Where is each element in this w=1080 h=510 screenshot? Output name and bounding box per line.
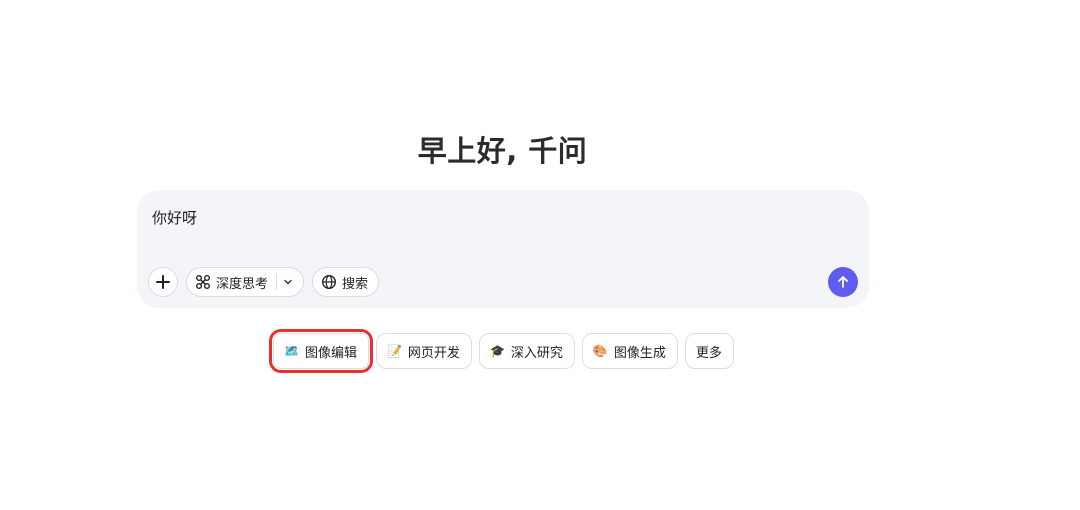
search-label: 搜索	[342, 276, 369, 292]
memo-icon: 📝	[386, 344, 402, 358]
suggestion-label: 图像编辑	[304, 345, 357, 361]
globe-icon	[322, 274, 337, 290]
chat-tool-row: 深度思考 搜索	[148, 267, 380, 297]
arrow-up-icon	[838, 276, 848, 288]
chat-input-text[interactable]: 你好呀	[152, 207, 197, 228]
deep-think-label: 深度思考	[216, 276, 269, 292]
plus-icon	[156, 275, 170, 289]
add-attachment-button[interactable]	[148, 267, 178, 297]
suggestion-chips: 🗺️ 图像编辑 📝 网页开发 🎓 深入研究 🎨 图像生成 更多	[269, 329, 734, 373]
suggestion-web-dev[interactable]: 📝 网页开发	[375, 333, 472, 369]
search-button[interactable]: 搜索	[312, 267, 380, 297]
suggestion-label: 深入研究	[510, 345, 563, 361]
map-icon: 🗺️	[284, 344, 299, 358]
suggestion-more[interactable]: 更多	[684, 333, 734, 369]
graduation-cap-icon: 🎓	[489, 344, 505, 358]
greeting-title: 早上好, 千问	[417, 134, 588, 168]
suggestion-label: 图像生成	[613, 345, 666, 361]
deep-think-dropdown[interactable]	[283, 277, 293, 287]
send-button[interactable]	[828, 267, 858, 297]
deep-think-icon	[196, 275, 210, 289]
suggestion-image-edit[interactable]: 🗺️ 图像编辑	[269, 329, 373, 373]
suggestion-label: 网页开发	[407, 345, 460, 361]
chat-input-box[interactable]: 你好呀 深度思考 搜索	[137, 190, 869, 308]
suggestion-label: 更多	[695, 345, 722, 361]
palette-icon: 🎨	[592, 344, 608, 358]
pill-divider	[276, 274, 278, 290]
chevron-down-icon	[284, 279, 292, 285]
deep-think-button[interactable]: 深度思考	[186, 267, 305, 297]
suggestion-image-gen[interactable]: 🎨 图像生成	[581, 333, 678, 369]
page: 早上好, 千问 你好呀 深度思考 搜索 🗺️ 图像编辑 📝 网页开发 🎓 深入研…	[0, 0, 1080, 510]
suggestion-deep-research[interactable]: 🎓 深入研究	[478, 333, 575, 369]
